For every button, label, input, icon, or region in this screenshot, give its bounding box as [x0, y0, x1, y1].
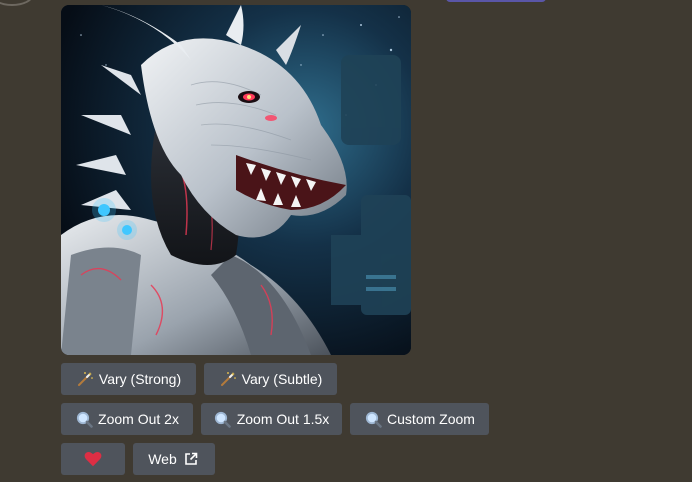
vary-strong-button[interactable]: Vary (Strong)	[61, 363, 196, 395]
vary-subtle-label: Vary (Subtle)	[241, 371, 323, 387]
external-link-icon	[182, 450, 200, 468]
web-link-button[interactable]: Web	[133, 443, 215, 475]
zoom-out-2x-label: Zoom Out 2x	[98, 411, 179, 427]
dragon-robot-artwork	[61, 5, 411, 355]
heart-icon	[84, 450, 102, 468]
magic-wand-icon	[219, 370, 237, 388]
custom-zoom-label: Custom Zoom	[387, 411, 475, 427]
vary-subtle-button[interactable]: Vary (Subtle)	[204, 363, 337, 395]
magnifier-icon	[75, 410, 93, 428]
avatar[interactable]	[0, 0, 34, 6]
magic-wand-icon	[76, 370, 94, 388]
web-label: Web	[148, 451, 177, 467]
magnifier-icon	[364, 410, 382, 428]
favorite-button[interactable]	[61, 443, 125, 475]
top-badge	[446, 0, 546, 2]
zoom-out-1-5x-label: Zoom Out 1.5x	[236, 411, 330, 427]
zoom-out-1-5x-button[interactable]: Zoom Out 1.5x	[201, 403, 342, 435]
message-container: Vary (Strong) Vary (Subtle) Zoom Out 2x	[0, 0, 692, 482]
vary-strong-label: Vary (Strong)	[98, 371, 182, 387]
custom-zoom-button[interactable]: Custom Zoom	[350, 403, 489, 435]
generated-image[interactable]	[61, 5, 411, 355]
magnifier-icon	[214, 410, 232, 428]
zoom-out-2x-button[interactable]: Zoom Out 2x	[61, 403, 193, 435]
